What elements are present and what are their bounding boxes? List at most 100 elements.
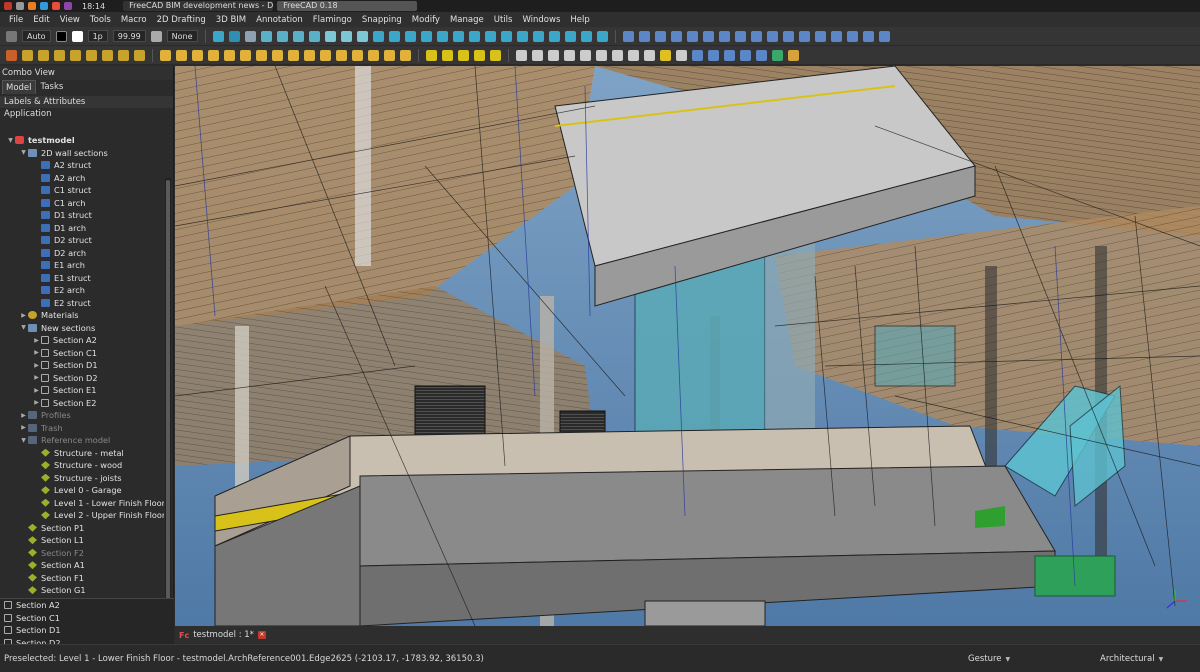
tree-item[interactable]: Section F1 [0,572,164,585]
line-tool-icon[interactable] [6,50,17,61]
axis-tool-icon[interactable] [490,50,501,61]
selection-item[interactable]: Section C1 [0,612,174,625]
chevron-down-icon[interactable]: ▼ [19,324,28,331]
slab-tool-icon[interactable] [208,50,219,61]
frame-tool-icon[interactable] [336,50,347,61]
trim-tool-icon[interactable] [564,50,575,61]
menu-manage[interactable]: Manage [445,15,489,25]
3d-scene[interactable] [175,66,1200,626]
selection-item[interactable]: Section D1 [0,624,174,637]
mirror-tool-icon[interactable] [708,50,719,61]
tree-item[interactable]: ▶Trash [0,422,164,435]
menu-2d-drafting[interactable]: 2D Drafting [152,15,211,25]
view-top-icon[interactable] [293,31,304,42]
tree-item[interactable]: Level 2 - Upper Finish Floor [0,509,164,522]
chevron-right-icon[interactable]: ▶ [32,337,41,344]
floor-tool-icon[interactable] [192,50,203,61]
desktop-icon[interactable] [16,2,24,10]
menu-3d-bim[interactable]: 3D BIM [211,15,251,25]
tree-item[interactable]: A2 struct [0,159,164,172]
section-plane-icon[interactable] [735,31,746,42]
layer-icon[interactable] [767,31,778,42]
autogroup-combo[interactable]: None [167,30,198,42]
tree-item[interactable]: C1 arch [0,197,164,210]
label-tool-icon[interactable] [474,50,485,61]
beam-tool-icon[interactable] [240,50,251,61]
files-icon[interactable] [40,2,48,10]
menu-annotation[interactable]: Annotation [251,15,308,25]
menu-utils[interactable]: Utils [489,15,518,25]
view-rear-icon[interactable] [325,31,336,42]
shape2dview-tool-icon[interactable] [756,50,767,61]
measure-icon[interactable] [719,31,730,42]
roof-tool-icon[interactable] [224,50,235,61]
snap-near-icon[interactable] [533,31,544,42]
tree-item[interactable]: ▶Section D1 [0,359,164,372]
tree-item[interactable]: D2 arch [0,247,164,260]
rectangle-tool-icon[interactable] [86,50,97,61]
snap-special-icon[interactable] [517,31,528,42]
chevron-right-icon[interactable]: ▶ [32,362,41,369]
scale-tool-icon[interactable] [644,50,655,61]
firefox-icon[interactable] [28,2,36,10]
equipment-tool-icon[interactable] [384,50,395,61]
wall-tool-icon[interactable] [160,50,171,61]
snap-dimensions-icon[interactable] [597,31,608,42]
chevron-right-icon[interactable]: ▶ [32,387,41,394]
dimension-tool-icon[interactable] [458,50,469,61]
snap-parallel-icon[interactable] [501,31,512,42]
bezier-tool-icon[interactable] [134,50,145,61]
polygon-tool-icon[interactable] [102,50,113,61]
view-fit-selection-icon[interactable] [229,31,240,42]
menu-snapping[interactable]: Snapping [357,15,407,25]
chevron-down-icon[interactable]: ▼ [19,437,28,444]
draw-style-icon[interactable] [245,31,256,42]
pipe-tool-icon[interactable] [400,50,411,61]
rotate-right-icon[interactable] [703,31,714,42]
shapestring-tool-icon[interactable] [442,50,453,61]
taskbar-window-freecad[interactable]: FreeCAD 0.18 [277,1,417,11]
tab-tasks[interactable]: Tasks [38,80,67,94]
chevron-right-icon[interactable]: ▶ [19,312,28,319]
navigation-style-selector[interactable]: Gesture▼ [968,654,1010,664]
tree-item[interactable]: ▼testmodel [0,134,164,147]
tree-item[interactable]: C1 struct [0,184,164,197]
tree-item[interactable]: Section P1 [0,522,164,535]
view-bottom-icon[interactable] [341,31,352,42]
face-color-swatch[interactable] [72,31,83,42]
ellipse-tool-icon[interactable] [70,50,81,61]
app-menu-icon[interactable] [4,2,12,10]
menu-modify[interactable]: Modify [407,15,445,25]
clone-tool-icon[interactable] [660,50,671,61]
tree-item[interactable]: ▶Section E2 [0,397,164,410]
menu-windows[interactable]: Windows [517,15,565,25]
app-icon[interactable] [64,2,72,10]
taskbar-window-browser[interactable]: FreeCAD BIM development news - Dec... [123,1,273,11]
clip-plane-icon[interactable] [751,31,762,42]
panel-tool-icon[interactable] [320,50,331,61]
zoom-in-icon[interactable] [815,31,826,42]
tree-item[interactable]: ▼2D wall sections [0,147,164,160]
zoom-box-icon[interactable] [847,31,858,42]
tree-item[interactable]: D1 struct [0,209,164,222]
close-icon[interactable]: × [258,631,266,639]
tree-item[interactable]: E2 struct [0,297,164,310]
window-tool-icon[interactable] [288,50,299,61]
working-plane-icon[interactable] [6,31,17,42]
view-left-icon[interactable] [357,31,368,42]
working-plane-combo[interactable]: Auto [22,30,51,42]
snap-intersection-icon[interactable] [453,31,464,42]
truss-tool-icon[interactable] [368,50,379,61]
document-tab[interactable]: testmodel : 1* [193,630,254,640]
line-color-swatch[interactable] [56,31,67,42]
tree-item[interactable]: ▶Section A2 [0,334,164,347]
snap-perpendicular-icon[interactable] [469,31,480,42]
snap-working-plane-icon[interactable] [581,31,592,42]
rotate-tool-icon[interactable] [532,50,543,61]
stretch-tool-icon[interactable] [724,50,735,61]
menu-tools[interactable]: Tools [85,15,116,25]
freecad-icon[interactable] [52,2,60,10]
text-tool-icon[interactable] [426,50,437,61]
tree-item[interactable]: ▶Section E1 [0,384,164,397]
snap-endpoint-icon[interactable] [389,31,400,42]
